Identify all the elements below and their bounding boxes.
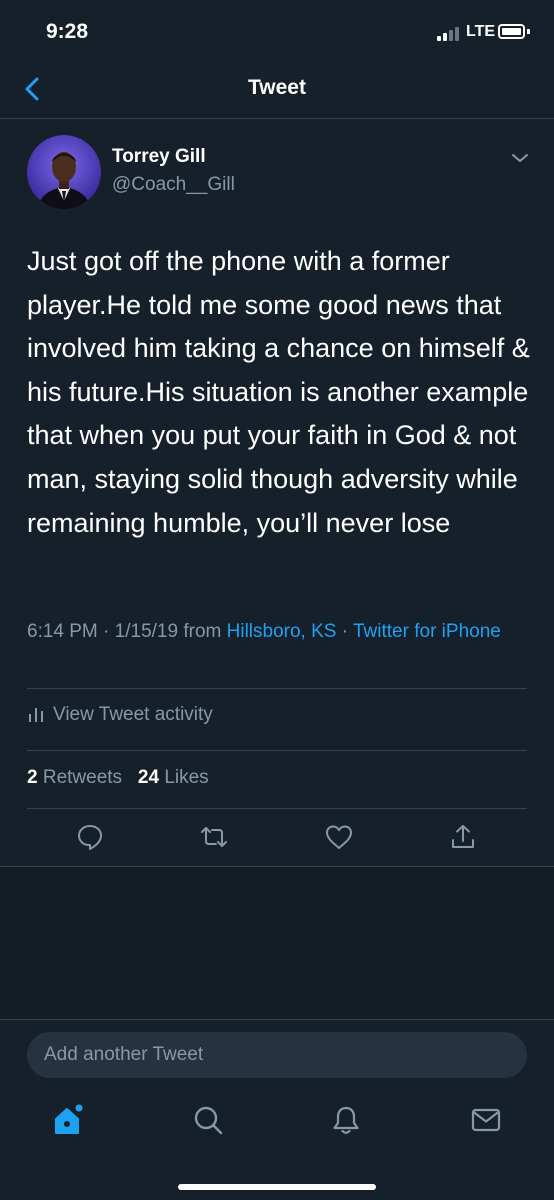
signal-icon [437, 25, 465, 41]
tweet-text: Just got off the phone with a former pla… [27, 246, 530, 538]
nav-header: Tweet [0, 64, 554, 119]
reply-icon[interactable] [75, 822, 105, 852]
messages-icon[interactable] [470, 1104, 502, 1136]
likes-label: Likes [164, 767, 209, 788]
activity-bars-icon [29, 708, 43, 722]
divider [27, 688, 527, 689]
retweets-label: Retweets [42, 767, 123, 788]
divider [27, 808, 527, 809]
tweet-from-label: from [183, 621, 222, 642]
view-activity-label: View Tweet activity [53, 704, 213, 725]
battery-tip [527, 29, 530, 34]
author-handle[interactable]: @Coach__Gill [112, 174, 235, 196]
tweet-location-link[interactable]: Hillsboro, KS [227, 621, 337, 642]
share-icon[interactable] [448, 822, 478, 852]
likes-count: 24 [137, 767, 160, 788]
bottom-bar: Add another Tweet [0, 1019, 554, 1200]
tweet-meta: 6:14 PM · 1/15/19 from Hillsboro, KS · T… [27, 617, 532, 646]
meta-separator: · [103, 621, 110, 642]
likes-stat[interactable]: 24 Likes [138, 767, 209, 788]
tweet-date: 1/15/19 [114, 621, 179, 642]
tweet-actions [0, 822, 554, 862]
avatar[interactable] [27, 135, 101, 209]
network-label: LTE [466, 23, 496, 40]
meta-separator: · [341, 621, 349, 642]
tweet-stats: 2 Retweets 24 Likes [27, 767, 209, 789]
search-icon[interactable] [192, 1104, 224, 1136]
status-time: 9:28 [46, 20, 89, 43]
tweet-source-link[interactable]: Twitter for iPhone [353, 621, 501, 642]
retweets-count: 2 [27, 767, 38, 788]
tweet-detail-screen: 9:28 LTE Tweet Torrey Gill @Coach__Gill … [0, 0, 554, 1200]
chevron-down-icon[interactable] [510, 150, 530, 166]
page-title: Tweet [248, 76, 306, 99]
like-icon[interactable] [324, 822, 354, 852]
home-icon[interactable] [52, 1104, 84, 1136]
view-activity-link[interactable]: View Tweet activity [27, 704, 213, 726]
empty-replies-area [0, 867, 554, 1019]
home-indicator[interactable] [178, 1184, 376, 1190]
tweet-time: 6:14 PM [27, 621, 98, 642]
divider [27, 750, 527, 751]
add-tweet-input[interactable]: Add another Tweet [27, 1032, 527, 1078]
status-bar: 9:28 LTE [0, 0, 554, 64]
retweets-stat[interactable]: 2 Retweets [27, 767, 122, 788]
battery-icon [498, 24, 525, 39]
retweet-icon[interactable] [199, 822, 229, 852]
notifications-icon[interactable] [330, 1104, 362, 1136]
author-name[interactable]: Torrey Gill [112, 146, 206, 168]
